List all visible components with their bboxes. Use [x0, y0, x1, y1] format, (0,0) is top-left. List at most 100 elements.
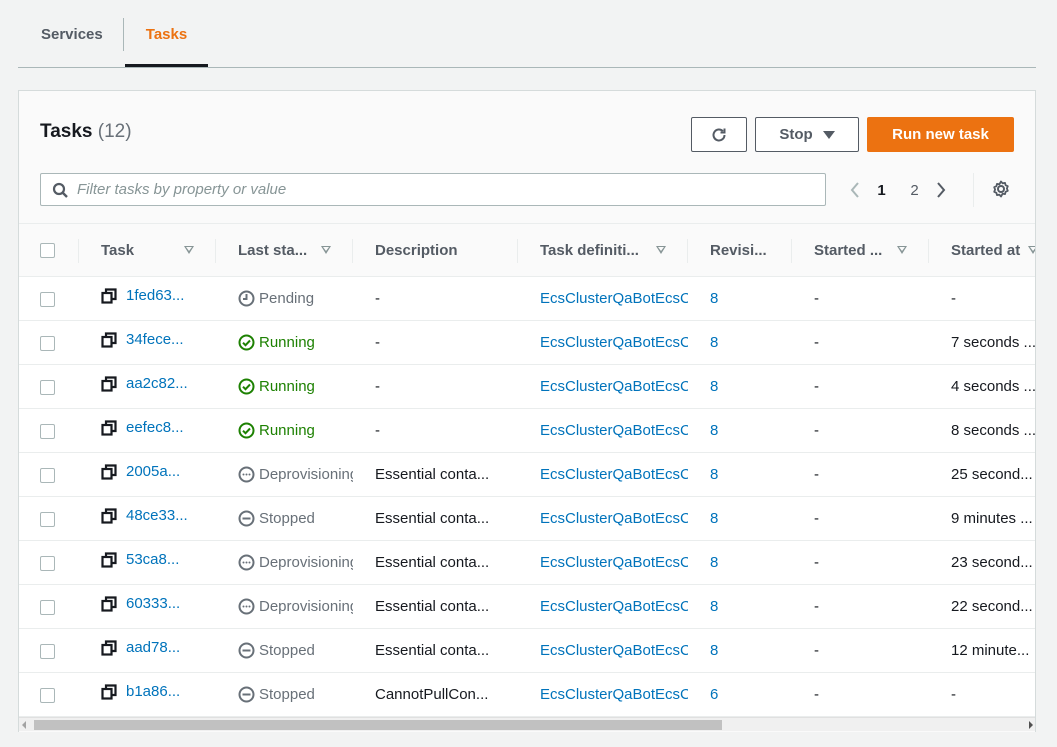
task-definition-link[interactable]: EcsClusterQaBotEcsC — [540, 290, 688, 307]
task-definition-link[interactable]: EcsClusterQaBotEcsC — [540, 686, 688, 703]
started-by-cell: - — [814, 290, 819, 307]
revision-link[interactable]: 8 — [710, 378, 718, 395]
row-checkbox[interactable] — [40, 555, 55, 571]
started-by-cell: - — [814, 466, 819, 483]
table-row[interactable]: b1a86... Stopped CannotPullCon... EcsClu… — [19, 672, 1035, 717]
started-by-cell: - — [814, 510, 819, 527]
column-header-last-status[interactable]: Last sta... — [216, 224, 353, 277]
horizontal-scrollbar[interactable] — [19, 717, 1035, 731]
copy-icon[interactable] — [101, 595, 117, 612]
refresh-button[interactable] — [691, 117, 747, 152]
sort-icon[interactable] — [656, 246, 666, 254]
row-checkbox[interactable] — [40, 335, 55, 351]
table-row[interactable]: 60333... Deprovisioning Essential conta.… — [19, 584, 1035, 629]
task-id-link[interactable]: 48ce33... — [126, 507, 188, 524]
revision-link[interactable]: 8 — [710, 598, 718, 615]
scrollbar-thumb[interactable] — [34, 720, 722, 730]
task-id-link[interactable]: 53ca8... — [126, 551, 179, 568]
copy-icon[interactable] — [101, 463, 117, 480]
task-definition-link[interactable]: EcsClusterQaBotEcsC — [540, 466, 688, 483]
column-header-task-definition[interactable]: Task definiti... — [518, 224, 688, 277]
select-all-checkbox[interactable] — [40, 243, 55, 259]
task-definition-link[interactable]: EcsClusterQaBotEcsC — [540, 334, 688, 351]
stop-dropdown-button[interactable]: Stop — [755, 117, 859, 152]
previous-page-button[interactable] — [845, 175, 865, 205]
task-cell: 34fece... — [79, 321, 216, 365]
row-checkbox[interactable] — [40, 291, 55, 307]
row-checkbox[interactable] — [40, 423, 55, 439]
page-2-button[interactable]: 2 — [898, 182, 931, 199]
row-checkbox[interactable] — [40, 511, 55, 527]
copy-icon[interactable] — [101, 639, 117, 656]
task-definition-link[interactable]: EcsClusterQaBotEcsC — [540, 378, 688, 395]
task-definition-link[interactable]: EcsClusterQaBotEcsC — [540, 422, 688, 439]
revision-link[interactable]: 8 — [710, 554, 718, 571]
copy-icon[interactable] — [101, 507, 117, 524]
revision-cell: 8 — [688, 497, 792, 541]
run-new-task-button[interactable]: Run new task — [867, 117, 1014, 152]
filter-tasks-input[interactable] — [77, 174, 817, 205]
task-id-link[interactable]: 1fed63... — [126, 287, 184, 304]
copy-icon[interactable] — [101, 331, 117, 348]
task-id-link[interactable]: aa2c82... — [126, 375, 188, 392]
table-row[interactable]: eefec8... Running - EcsClusterQaBotEcsC … — [19, 408, 1035, 453]
row-checkbox[interactable] — [40, 467, 55, 483]
revision-link[interactable]: 8 — [710, 642, 718, 659]
table-row[interactable]: 53ca8... Deprovisioning Essential conta.… — [19, 540, 1035, 585]
row-checkbox[interactable] — [40, 599, 55, 615]
row-checkbox[interactable] — [40, 379, 55, 395]
revision-link[interactable]: 8 — [710, 290, 718, 307]
column-header-started-at[interactable]: Started at — [929, 224, 1035, 277]
started-at-cell: 12 minute... — [951, 642, 1030, 659]
revision-link[interactable]: 6 — [710, 686, 718, 703]
revision-link[interactable]: 8 — [710, 422, 718, 439]
tab-services[interactable]: Services — [41, 0, 103, 67]
table-row[interactable]: 1fed63... Pending - EcsClusterQaBotEcsC … — [19, 276, 1035, 321]
task-definition-link[interactable]: EcsClusterQaBotEcsC — [540, 554, 688, 571]
task-id-link[interactable]: b1a86... — [126, 683, 180, 700]
table-row[interactable]: 2005a... Deprovisioning Essential conta.… — [19, 452, 1035, 497]
copy-icon[interactable] — [101, 683, 117, 700]
sort-icon[interactable] — [321, 246, 331, 254]
task-id-link[interactable]: 60333... — [126, 595, 180, 612]
row-checkbox[interactable] — [40, 643, 55, 659]
table-row[interactable]: aad78... Stopped Essential conta... EcsC… — [19, 628, 1035, 673]
task-definition-link[interactable]: EcsClusterQaBotEcsC — [540, 510, 688, 527]
copy-icon[interactable] — [101, 287, 117, 304]
stopped-icon — [238, 686, 255, 703]
sort-icon[interactable] — [897, 246, 907, 254]
revision-link[interactable]: 8 — [710, 510, 718, 527]
row-select-cell — [19, 629, 79, 673]
revision-link[interactable]: 8 — [710, 466, 718, 483]
task-id-link[interactable]: 2005a... — [126, 463, 180, 480]
task-id-link[interactable]: aad78... — [126, 639, 180, 656]
started-at-cell: 7 seconds ... — [951, 334, 1036, 351]
column-header-started-by[interactable]: Started ... — [792, 224, 929, 277]
task-id-link[interactable]: eefec8... — [126, 419, 184, 436]
copy-icon[interactable] — [101, 551, 117, 568]
scroll-right-arrow[interactable] — [1029, 721, 1033, 729]
table-row[interactable]: 48ce33... Stopped Essential conta... Ecs… — [19, 496, 1035, 541]
table-row[interactable]: 34fece... Running - EcsClusterQaBotEcsC … — [19, 320, 1036, 365]
copy-icon[interactable] — [101, 375, 117, 392]
sort-icon[interactable] — [1028, 246, 1035, 254]
row-select-cell — [19, 321, 79, 365]
page-1-button[interactable]: 1 — [865, 182, 898, 199]
status-cell: Stopped — [216, 629, 353, 673]
row-checkbox[interactable] — [40, 687, 55, 703]
tab-tasks[interactable]: Tasks — [125, 0, 208, 67]
row-select-cell — [19, 497, 79, 541]
task-id-link[interactable]: 34fece... — [126, 331, 184, 348]
copy-icon[interactable] — [101, 419, 117, 436]
table-row[interactable]: aa2c82... Running - EcsClusterQaBotEcsC … — [19, 364, 1035, 409]
sort-icon[interactable] — [184, 246, 194, 254]
status-cell: Stopped — [216, 497, 353, 541]
next-page-button[interactable] — [931, 175, 951, 205]
task-definition-link[interactable]: EcsClusterQaBotEcsC — [540, 598, 688, 615]
scroll-left-arrow[interactable] — [22, 721, 26, 729]
column-header-task[interactable]: Task — [79, 224, 216, 277]
revision-link[interactable]: 8 — [710, 334, 718, 351]
task-definition-link[interactable]: EcsClusterQaBotEcsC — [540, 642, 688, 659]
preferences-button[interactable] — [991, 179, 1011, 204]
description-cell: Essential conta... — [375, 466, 490, 483]
